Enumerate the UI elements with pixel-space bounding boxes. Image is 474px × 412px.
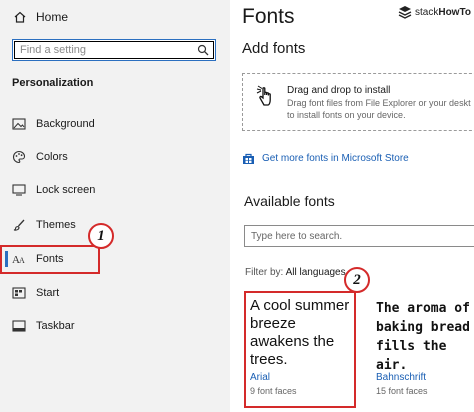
available-fonts-heading: Available fonts: [244, 193, 335, 209]
fonts-page: stack HowTo Fonts Add fonts Drag and drop…: [230, 0, 474, 412]
search-placeholder: Find a setting: [20, 44, 87, 56]
font-drop-zone[interactable]: Drag and drop to install Drag font files…: [242, 73, 474, 131]
microsoft-store-link[interactable]: Get more fonts in Microsoft Store: [242, 151, 409, 165]
home-icon: [12, 9, 28, 25]
taskbar-icon: [11, 318, 27, 334]
sidebar-item-lock-screen[interactable]: Lock screen: [0, 178, 230, 202]
font-faces-count: 15 font faces: [376, 386, 428, 396]
image-icon: [11, 116, 27, 132]
sidebar-item-background[interactable]: Background: [0, 112, 230, 136]
drop-zone-title: Drag and drop to install: [287, 85, 391, 96]
font-search-input[interactable]: Type here to search.: [244, 225, 474, 247]
font-sample-text: A cool summer breeze awakens the trees.: [250, 297, 350, 368]
sidebar-item-themes[interactable]: Themes: [0, 213, 230, 237]
font-name: Arial: [250, 372, 271, 383]
settings-sidebar: Home Find a setting Personalization Back…: [0, 0, 230, 412]
drop-zone-hint-line-2: to install fonts on your device.: [287, 110, 406, 120]
language-filter[interactable]: Filter by: All languages: [245, 267, 346, 278]
drag-hand-icon: [256, 85, 271, 106]
sidebar-item-label: Taskbar: [36, 320, 75, 332]
fonts-icon: AA: [11, 251, 27, 267]
brush-icon: [11, 217, 27, 233]
add-fonts-heading: Add fonts: [242, 40, 306, 57]
store-bag-icon: [243, 153, 254, 164]
stack-logo-icon: [398, 6, 412, 19]
callout-badge-1: 1: [88, 223, 114, 249]
font-faces-count: 9 font faces: [250, 386, 297, 396]
palette-icon: [11, 149, 27, 165]
search-icon[interactable]: [194, 41, 212, 59]
font-card-bahnschrift[interactable]: The aroma of baking bread fills the air.…: [370, 291, 474, 407]
sidebar-item-taskbar[interactable]: Taskbar: [0, 314, 230, 338]
callout-badge-2: 2: [344, 267, 370, 293]
svg-text:A: A: [19, 256, 25, 265]
find-setting-search[interactable]: Find a setting: [12, 39, 216, 61]
drop-zone-hint-line-1: Drag font files from File Explorer or yo…: [287, 98, 471, 108]
logo-text-stack: stack: [415, 6, 439, 18]
sidebar-item-colors[interactable]: Colors: [0, 145, 230, 169]
sidebar-item-label: Themes: [36, 219, 76, 231]
font-card-arial[interactable]: A cool summer breeze awakens the trees. …: [244, 291, 356, 407]
sidebar-item-label: Background: [36, 118, 95, 130]
filter-value: All languages: [285, 267, 346, 278]
home-label: Home: [36, 10, 69, 24]
sidebar-item-fonts[interactable]: AA Fonts: [0, 247, 230, 271]
page-title: Fonts: [242, 5, 295, 28]
font-name: Bahnschrift: [376, 372, 427, 383]
active-indicator: [5, 251, 8, 267]
start-icon: [11, 285, 27, 301]
section-title: Personalization: [12, 77, 94, 89]
font-search-placeholder: Type here to search.: [251, 230, 343, 242]
font-sample-text: The aroma of baking bread fills the air.: [376, 301, 470, 373]
sidebar-item-label: Lock screen: [36, 184, 96, 196]
sidebar-item-label: Colors: [36, 151, 68, 163]
sidebar-item-label: Fonts: [36, 253, 64, 265]
logo-text-howto: HowTo: [438, 6, 471, 18]
home-link[interactable]: Home: [12, 9, 68, 25]
lock-screen-icon: [11, 182, 27, 198]
stackhowto-logo: stack HowTo: [398, 4, 471, 20]
sidebar-item-start[interactable]: Start: [0, 281, 230, 305]
sidebar-item-label: Start: [36, 287, 60, 299]
filter-label: Filter by:: [245, 267, 284, 278]
store-link-label: Get more fonts in Microsoft Store: [262, 152, 409, 164]
